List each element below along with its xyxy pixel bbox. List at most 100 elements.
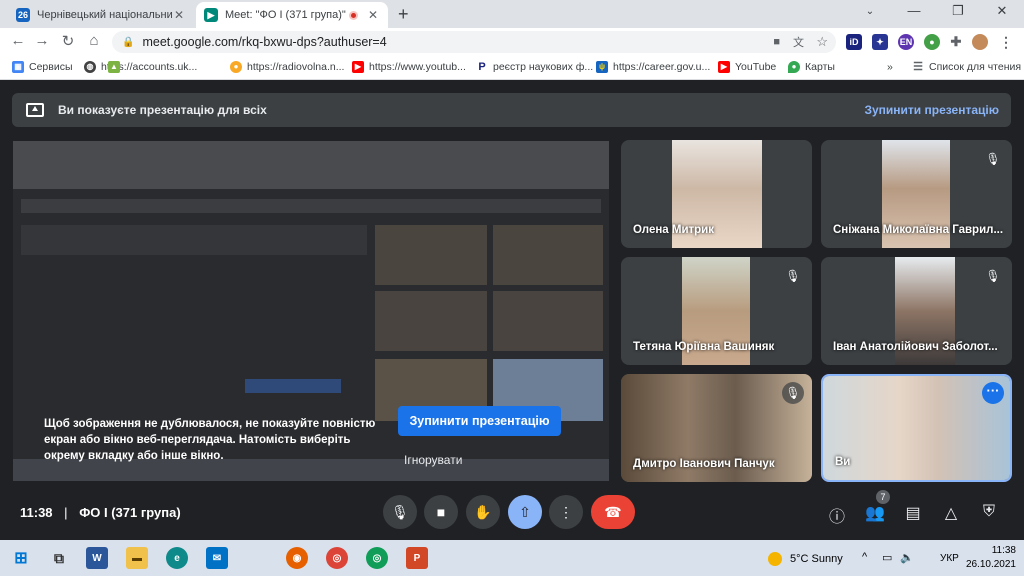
participant-name: Сніжана Миколаївна Гаврил... <box>833 224 1004 236</box>
microphone-button[interactable]: 🎙 <box>383 495 417 529</box>
profile-avatar[interactable] <box>972 34 988 50</box>
extension-en-icon[interactable]: EN <box>898 34 914 50</box>
participant-tile[interactable]: 🎙 Дмитро Іванович Панчук <box>621 374 812 482</box>
host-controls-icon[interactable]: ⛨ <box>978 503 1000 521</box>
youtube-icon: ▶ <box>718 61 730 73</box>
camera-button[interactable]: ■ <box>424 495 458 529</box>
participant-name: Іван Анатолійович Заболот... <box>833 341 998 353</box>
clock-date: 26.10.2021 <box>965 559 1016 570</box>
participant-tile[interactable]: 🎙 Сніжана Миколаївна Гаврил... <box>821 140 1012 248</box>
tab-meet[interactable]: ▶ Meet: "ФО І (371 група)" ✕ <box>196 2 388 28</box>
clock-time: 11:38 <box>991 545 1016 556</box>
ignore-button[interactable]: Ігнорувати <box>404 453 462 467</box>
present-screen-icon <box>26 103 44 117</box>
clock[interactable]: 11:38 26.10.2021 <box>966 544 1016 572</box>
self-view-tile[interactable]: ··· Ви <box>821 374 1012 482</box>
minimize-button[interactable]: — <box>892 3 936 18</box>
bookmarks-bar: ▦ Сервисы ◍ https://accounts.uk... ▲ ● http… <box>0 56 1024 80</box>
bookmark-youtube[interactable]: ▶ YouTube <box>718 61 776 73</box>
task-view-icon[interactable]: ⧉ <box>48 547 70 569</box>
participant-tile[interactable]: 🎙 Тетяна Юріївна Вашиняк <box>621 257 812 365</box>
translate-icon[interactable]: 文 <box>793 34 804 50</box>
bookmark-services[interactable]: ▦ Сервисы <box>12 61 73 73</box>
menu-dots-icon[interactable]: ⋮ <box>998 34 1014 50</box>
preview-screen <box>21 225 367 255</box>
recording-indicator-icon <box>349 10 358 20</box>
presentation-banner: Ви показуєте презентацію для всіх Зупини… <box>12 93 1011 127</box>
bookmark-label: Сервисы <box>29 61 73 73</box>
raise-hand-button[interactable]: ✋ <box>466 495 500 529</box>
present-now-button[interactable]: ⇧ <box>508 495 542 529</box>
participant-tile[interactable]: 🎙 Іван Анатолійович Заболот... <box>821 257 1012 365</box>
chat-icon[interactable]: ▤ <box>902 503 924 523</box>
file-explorer-icon[interactable]: ▬ <box>126 547 148 569</box>
activities-icon[interactable]: △ <box>940 503 962 523</box>
back-icon[interactable]: ← <box>8 32 28 49</box>
hang-up-icon: ☎ <box>604 503 622 520</box>
more-bookmarks-button[interactable]: » <box>887 61 893 73</box>
restore-button[interactable]: ❐ <box>936 3 980 19</box>
people-icon[interactable]: 👥 <box>864 503 886 523</box>
divider: | <box>64 505 68 520</box>
weather-text[interactable]: 5°C Sunny <box>790 553 843 565</box>
participant-name: Тетяна Юріївна Вашиняк <box>633 341 775 353</box>
reading-list-label: Список для чтения <box>929 61 1022 73</box>
extension-id-icon[interactable]: iD <box>846 34 862 50</box>
preview-tile <box>493 291 603 351</box>
reading-list-button[interactable]: ☰ Список для чтения <box>912 61 1021 73</box>
trident-icon: ψ <box>596 61 608 73</box>
chevron-down-icon[interactable]: ⌄ <box>848 6 892 17</box>
windows-start-icon[interactable]: ⊞ <box>10 547 32 569</box>
more-options-button[interactable]: ⋮ <box>549 495 583 529</box>
chrome-icon[interactable]: ◎ <box>366 547 388 569</box>
home-icon[interactable]: ⌂ <box>84 32 104 49</box>
bookmark-youtube-url[interactable]: ▶ https://www.youtub... <box>352 61 466 73</box>
firefox-icon[interactable]: ◉ <box>286 547 308 569</box>
camera-icon[interactable]: ■ <box>773 36 780 48</box>
extension-bolt-icon[interactable]: ✦ <box>872 34 888 50</box>
meeting-details-icon[interactable]: ⓘ <box>826 503 848 527</box>
mic-muted-icon: 🎙 <box>782 265 804 287</box>
apps-grid-icon: ▦ <box>12 61 24 73</box>
bookmark-maps[interactable]: ● Карты <box>788 61 835 73</box>
mic-muted-icon: 🎙 <box>982 265 1004 287</box>
more-vert-icon: ⋮ <box>559 503 573 520</box>
close-tab-icon[interactable]: ✕ <box>172 8 186 22</box>
bookmark-career[interactable]: ψ https://career.gov.u... <box>596 61 710 73</box>
banner-stop-presenting-link[interactable]: Зупинити презентацію <box>864 103 999 117</box>
edge-icon[interactable]: e <box>166 547 188 569</box>
network-icon[interactable]: ▭ <box>882 551 892 564</box>
participant-name: Олена Митрик <box>633 224 715 236</box>
meet-main: Ви показуєте презентацію для всіх Зупини… <box>0 81 1024 540</box>
meet-favicon-icon: ▶ <box>204 8 218 22</box>
language-indicator[interactable]: УКР <box>940 553 959 564</box>
extension-green-icon[interactable]: ● <box>924 34 940 50</box>
volume-icon[interactable]: 🔈 <box>900 551 914 564</box>
powerpoint-icon[interactable]: P <box>406 547 428 569</box>
word-icon[interactable]: W <box>86 547 108 569</box>
chrome-active-icon[interactable]: ◎ <box>326 547 348 569</box>
new-tab-button[interactable]: + <box>398 4 409 25</box>
more-options-icon[interactable]: ··· <box>982 382 1004 404</box>
bookmark-label: реєстр наукових ф... <box>493 61 594 73</box>
address-bar[interactable]: 🔒 meet.google.com/rkq-bxwu-dps?authuser=… <box>112 31 836 53</box>
bookmark-accounts[interactable]: ◍ https://accounts.uk... <box>84 61 197 73</box>
leave-call-button[interactable]: ☎ <box>591 495 635 529</box>
close-tab-icon[interactable]: ✕ <box>366 8 380 22</box>
extensions-puzzle-icon[interactable]: ✚ <box>948 34 964 50</box>
bookmark-star-icon[interactable]: ☆ <box>816 34 828 50</box>
tray-chevron-icon[interactable]: ^ <box>862 551 867 563</box>
bookmark-registry[interactable]: Pреєстр наукових ф... <box>476 61 593 73</box>
participant-tile[interactable]: Олена Митрик <box>621 140 812 248</box>
bookmark-accounts-green[interactable]: ▲ <box>108 61 125 73</box>
tab-university[interactable]: 26 Чернівецький національний ун ✕ <box>8 2 194 28</box>
preview-banner <box>21 199 601 213</box>
close-window-button[interactable]: ✕ <box>980 3 1024 19</box>
reload-icon[interactable]: ↻ <box>58 32 78 50</box>
forward-icon[interactable]: → <box>32 32 52 49</box>
mail-icon[interactable]: ✉ <box>206 547 228 569</box>
bookmark-radiovolna[interactable]: ● https://radiovolna.n... <box>230 61 344 73</box>
present-screen-icon: ⇧ <box>519 503 531 520</box>
stop-presenting-button[interactable]: Зупинити презентацію <box>398 406 561 436</box>
reading-list-icon: ☰ <box>913 61 923 73</box>
